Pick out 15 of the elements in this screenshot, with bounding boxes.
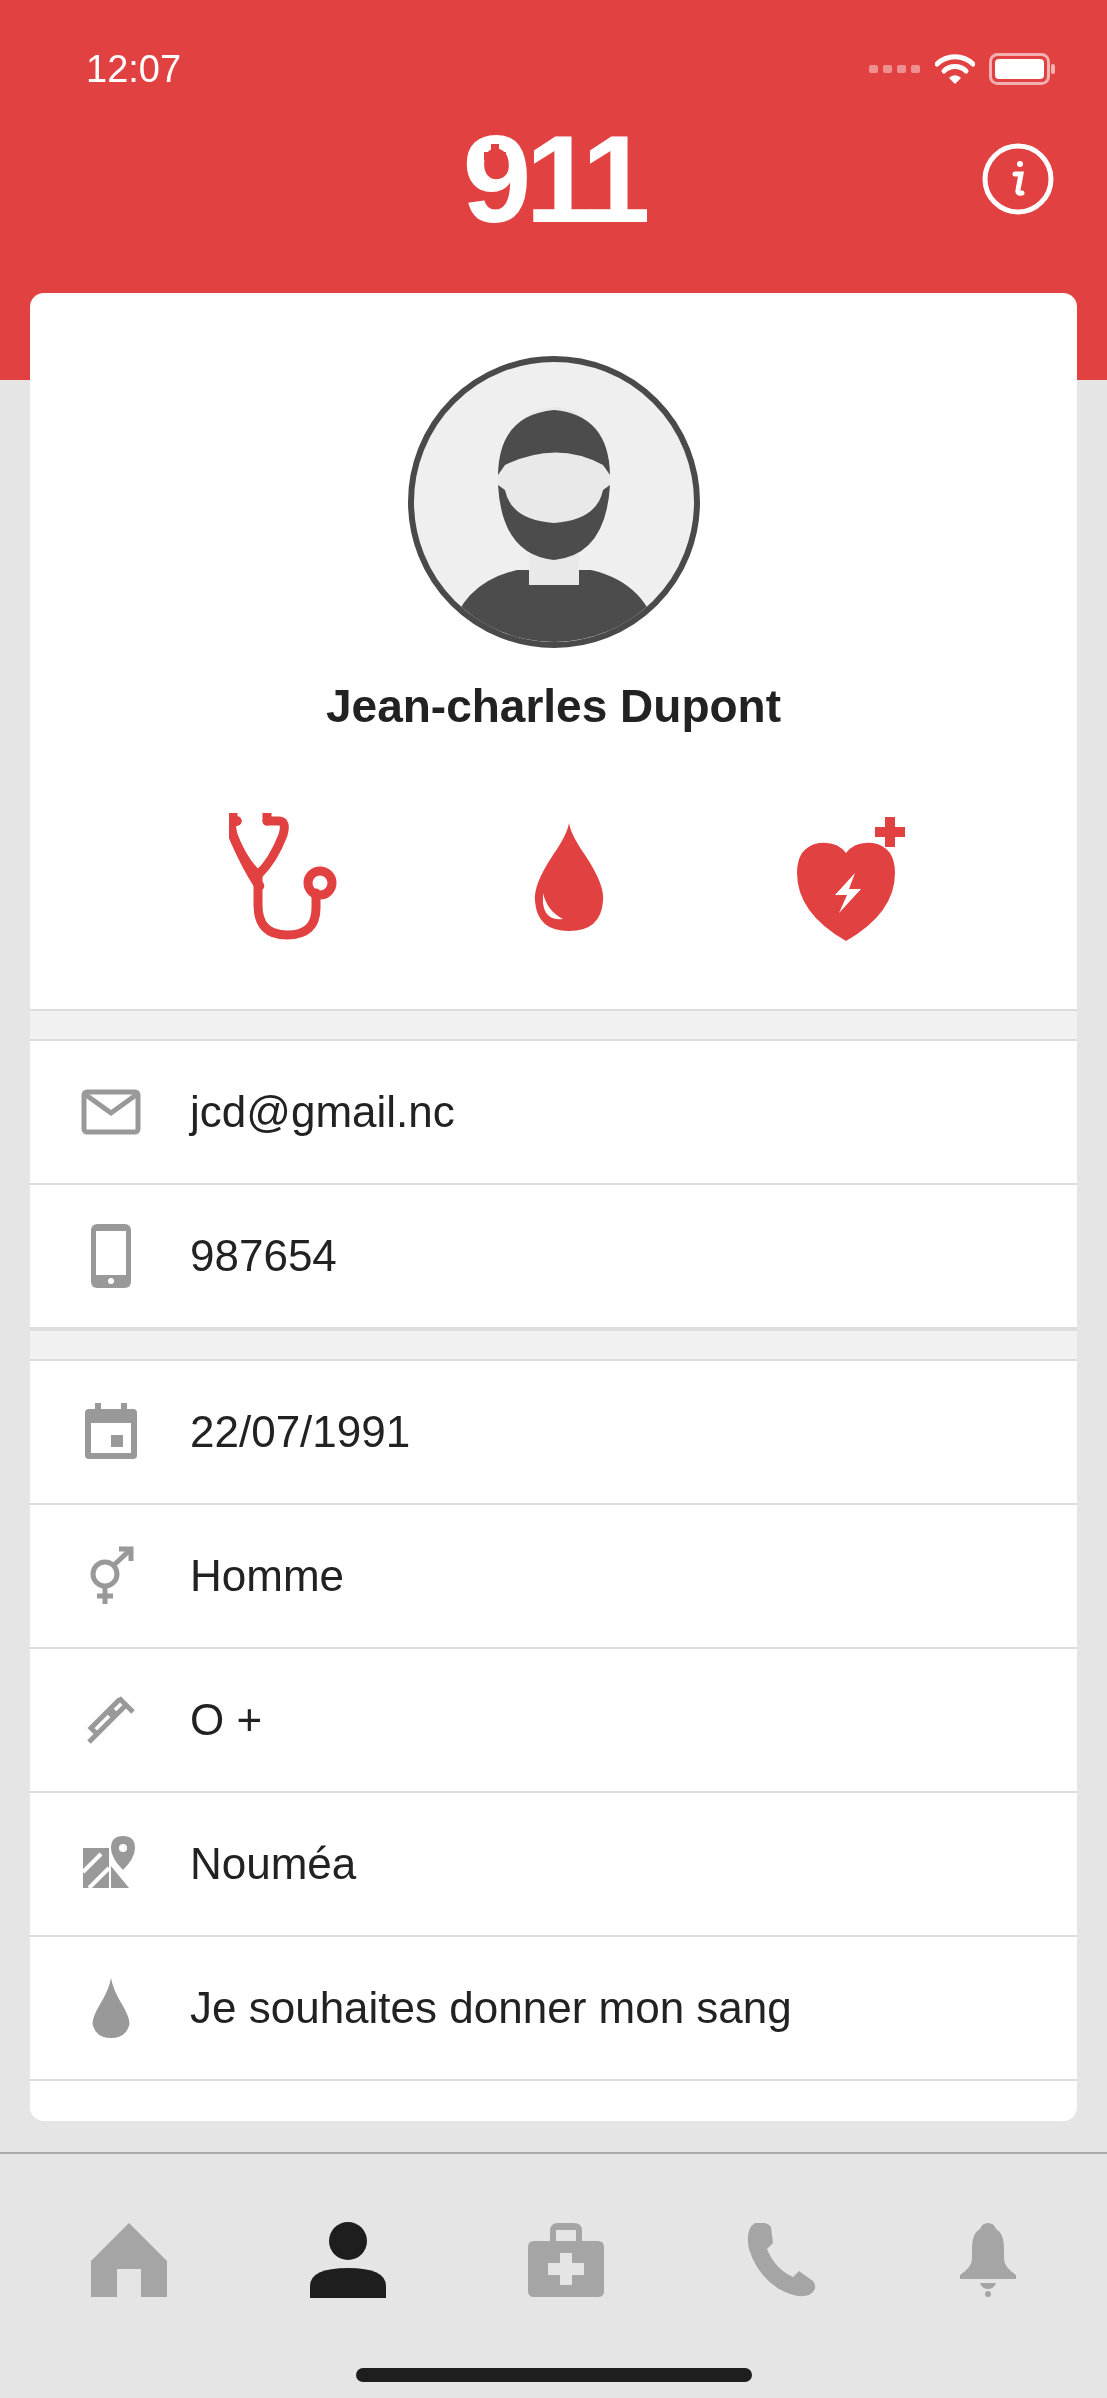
wifi-icon [935,53,975,85]
status-time: 12:07 [86,47,182,91]
info-text: Homme [190,1551,345,1601]
info-text: 22/07/1991 [190,1407,411,1457]
info-text: O + [190,1695,263,1745]
profile-name: Jean-charles Dupont [326,679,781,733]
blood-drop-icon[interactable] [532,823,605,933]
profile-tab[interactable] [309,2222,386,2301]
app-logo: 911 [462,109,645,250]
signal-icon [869,63,921,75]
battery-icon [989,53,1055,85]
info-text: 987654 [190,1231,337,1281]
info-text: Je souhaites donner mon sang [190,1983,792,2033]
info-text: Nouméa [190,1839,357,1889]
info-text: jcd@gmail.nc [190,1087,455,1137]
